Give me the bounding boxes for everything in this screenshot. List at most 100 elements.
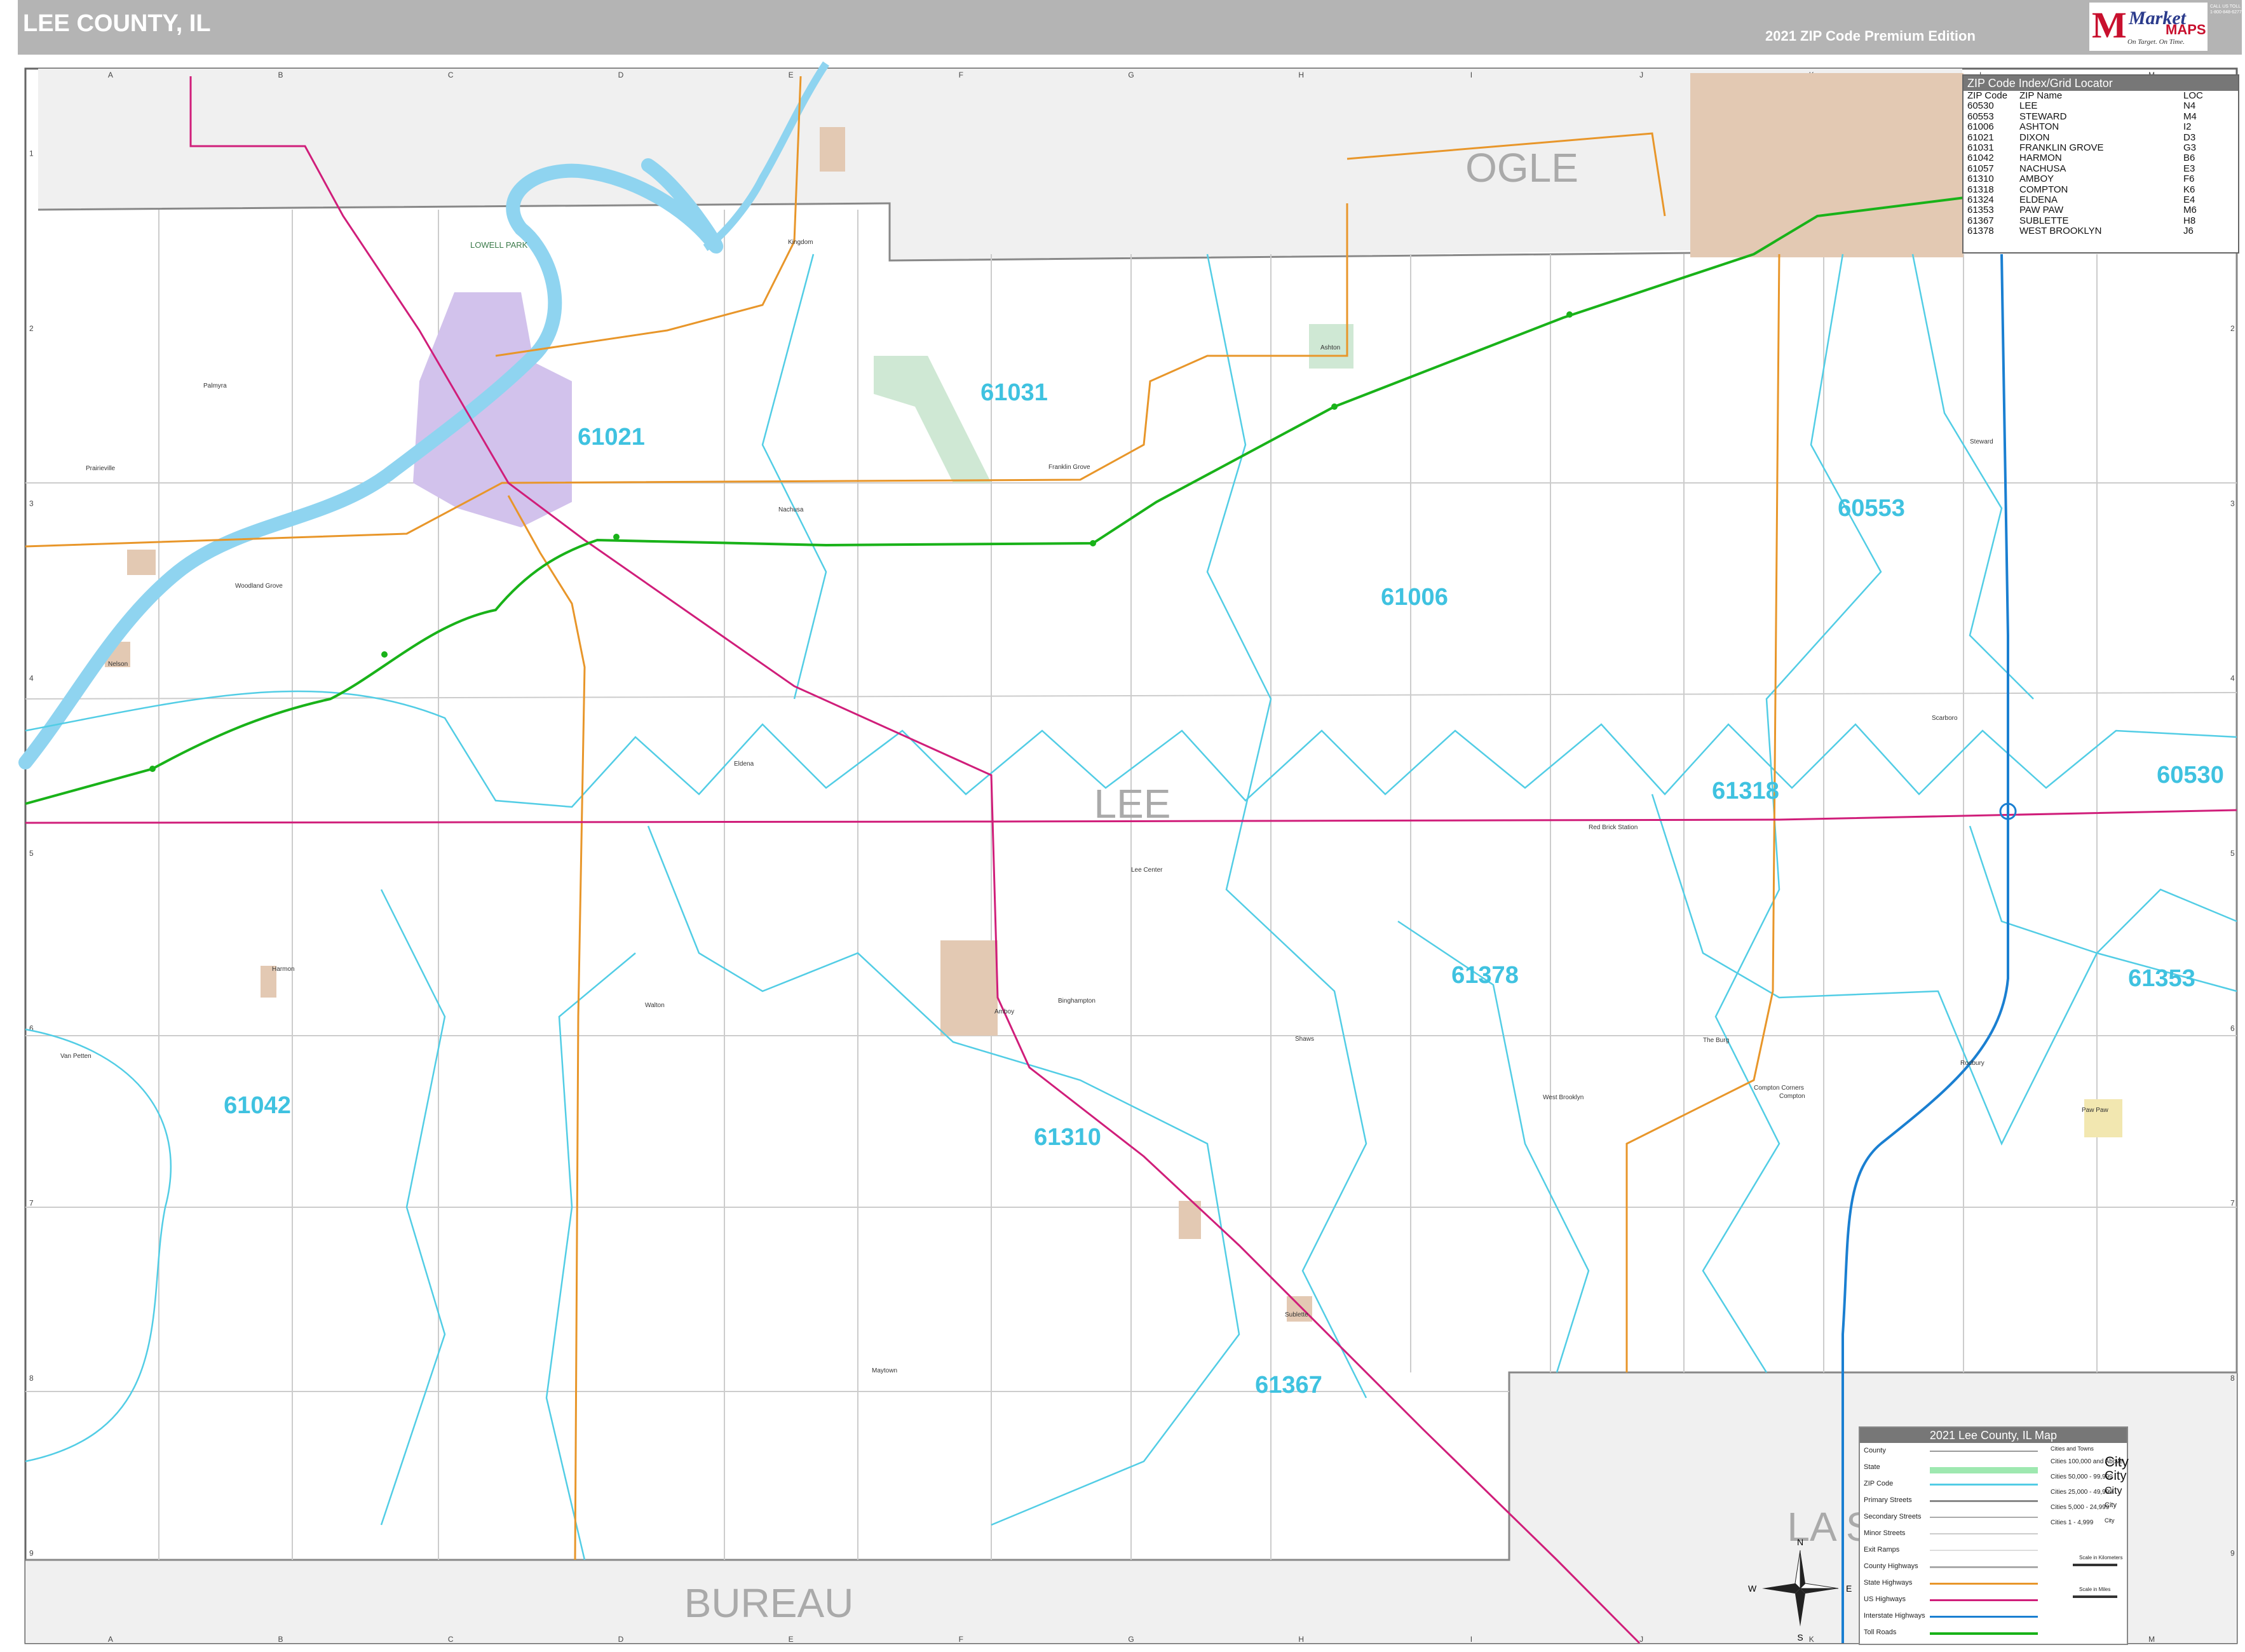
- legend-item-swatch: [1930, 1550, 2038, 1551]
- zip-index-cell: FRANKLIN GROVE: [2019, 142, 2104, 153]
- zip-index-cell: HARMON: [2019, 152, 2062, 164]
- legend-item-label: County Highways: [1864, 1562, 1918, 1570]
- place-label: Kingdom: [788, 239, 813, 246]
- legend-city-tier: Cities 1 - 4,999: [2051, 1519, 2094, 1526]
- zip-index-rows: 60530 LEE N4 60553 STEWARD M4 61006 ASHTON I2 610…: [1964, 100, 2238, 237]
- paw-paw-area: [2084, 1099, 2122, 1137]
- legend-scale-bar: [2073, 1564, 2117, 1566]
- grid-row-label: 3: [2230, 499, 2235, 508]
- zip-index-cell: NACHUSA: [2019, 163, 2066, 174]
- zip-index-cell: 61042: [1967, 152, 1994, 164]
- legend-item-swatch: [1930, 1566, 2038, 1568]
- zip-label: 61021: [578, 424, 645, 450]
- grid-row-label: 9: [29, 1548, 34, 1557]
- legend-item-label: Primary Streets: [1864, 1496, 1912, 1504]
- zip-index-cell: 61324: [1967, 194, 1994, 205]
- zip-index-row: 61042 HARMON B6: [1964, 152, 2238, 164]
- legend-item-swatch: [1930, 1616, 2038, 1618]
- grid-column-label: A: [108, 1635, 113, 1644]
- legend-city-sample: City: [2105, 1501, 2117, 1510]
- grid-column-label: A: [108, 71, 113, 79]
- grid-column-label: E: [789, 71, 794, 79]
- grid-column-label: B: [278, 71, 283, 79]
- legend-item-swatch: [1930, 1467, 2038, 1473]
- zip-index-cell: 61310: [1967, 173, 1994, 185]
- legend-scale-label: Scale in Miles: [2079, 1587, 2111, 1592]
- zip-index-cell: 61006: [1967, 121, 1994, 133]
- grid-column-label: C: [448, 71, 454, 79]
- grid-row-label: 1: [29, 149, 34, 158]
- zip-label: 60530: [2157, 762, 2224, 789]
- zip-index-cell: 60553: [1967, 111, 1994, 122]
- legend-item-label: US Highways: [1864, 1595, 1906, 1603]
- grid-column-label: D: [618, 71, 624, 79]
- grid-column-label: D: [618, 1635, 624, 1644]
- zip-index-cell: N4: [2183, 100, 2196, 112]
- grid-column-label: G: [1128, 1635, 1134, 1644]
- place-label: Ashton: [1320, 344, 1340, 351]
- compass-south: S: [1797, 1632, 1803, 1642]
- zip-index-row: 60530 LEE N4: [1964, 100, 2238, 112]
- zip-index-row: 61006 ASHTON I2: [1964, 121, 2238, 133]
- grid-column-label: H: [1298, 1635, 1304, 1644]
- place-label: Nelson: [108, 661, 128, 668]
- place-label: Scarboro: [1932, 715, 1958, 722]
- ashton-urban-area: [1690, 73, 1964, 257]
- legend-item-label: Interstate Highways: [1864, 1612, 1925, 1620]
- legend-city-tier: Cities 25,000 - 49,999: [2051, 1489, 2113, 1496]
- place-label: Rodbury: [1960, 1060, 1984, 1067]
- county-label-ogle: OGLE: [1465, 145, 1578, 191]
- place-label: Harmon: [272, 966, 295, 973]
- place-label: Binghampton: [1058, 998, 1095, 1005]
- grid-row-label: 6: [2230, 1024, 2235, 1032]
- legend-title: 2021 Lee County, IL Map: [1860, 1428, 2127, 1443]
- grid-row-label: 4: [2230, 674, 2235, 683]
- place-label: Palmyra: [203, 383, 227, 389]
- zip-index-cell: 61353: [1967, 205, 1994, 216]
- zip-index-cell: 61367: [1967, 215, 1994, 226]
- place-label: Van Petten: [60, 1053, 92, 1060]
- zip-index-cell: G3: [2183, 142, 2197, 153]
- compass-east: E: [1846, 1583, 1852, 1594]
- grid-column-label: E: [789, 1635, 794, 1644]
- zip-index-col-name: ZIP Name: [2019, 90, 2063, 101]
- place-label: Eldena: [734, 761, 754, 768]
- zip-index-cell: 61057: [1967, 163, 1994, 174]
- interchange-marker: [1566, 311, 1573, 318]
- grid-row-label: 8: [2230, 1374, 2235, 1383]
- zip-label: 61353: [2128, 965, 2195, 992]
- place-label: Nachusa: [778, 506, 804, 513]
- zip-index-cell: E3: [2183, 163, 2195, 174]
- grid-row-label: 2: [2230, 324, 2235, 333]
- zip-index-row: 61367 SUBLETTE H8: [1964, 215, 2238, 226]
- place-label: Shaws: [1295, 1036, 1314, 1043]
- grid-row-label: 7: [2230, 1199, 2235, 1208]
- zip-index-cell: LEE: [2019, 100, 2038, 112]
- place-label: West Brooklyn: [1543, 1094, 1584, 1101]
- zip-index-row: 61318 COMPTON K6: [1964, 184, 2238, 195]
- grid-column-label: G: [1128, 71, 1134, 79]
- zip-index-cell: I2: [2183, 121, 2192, 133]
- place-label: Franklin Grove: [1048, 464, 1090, 471]
- zip-index-cell: 60530: [1967, 100, 1994, 112]
- grid-column-label: B: [278, 1635, 283, 1644]
- grid-column-label: F: [959, 1635, 963, 1644]
- interchange-marker: [381, 651, 388, 658]
- zip-index-cell: PAW PAW: [2019, 205, 2064, 216]
- county-label-bureau: BUREAU: [684, 1580, 854, 1626]
- zip-index-cell: ASHTON: [2019, 121, 2059, 133]
- legend-item-swatch: [1930, 1599, 2038, 1601]
- zip-index-cell: WEST BROOKLYN: [2019, 226, 2102, 237]
- zip-index-row: 61021 DIXON D3: [1964, 132, 2238, 143]
- zip-label: 61031: [980, 379, 1048, 406]
- county-label-lee: LEE: [1094, 781, 1171, 827]
- interchange-marker: [1090, 540, 1096, 546]
- zip-index-row: 61353 PAW PAW M6: [1964, 205, 2238, 215]
- grid-column-label: I: [1470, 71, 1472, 79]
- place-label: Amboy: [994, 1008, 1014, 1015]
- zip-label: 60553: [1838, 495, 1905, 522]
- grid-column-label: H: [1298, 71, 1304, 79]
- interchange-marker: [149, 766, 156, 772]
- zip-index-cell: 61031: [1967, 142, 1994, 153]
- zip-index-cell: DIXON: [2019, 132, 2050, 143]
